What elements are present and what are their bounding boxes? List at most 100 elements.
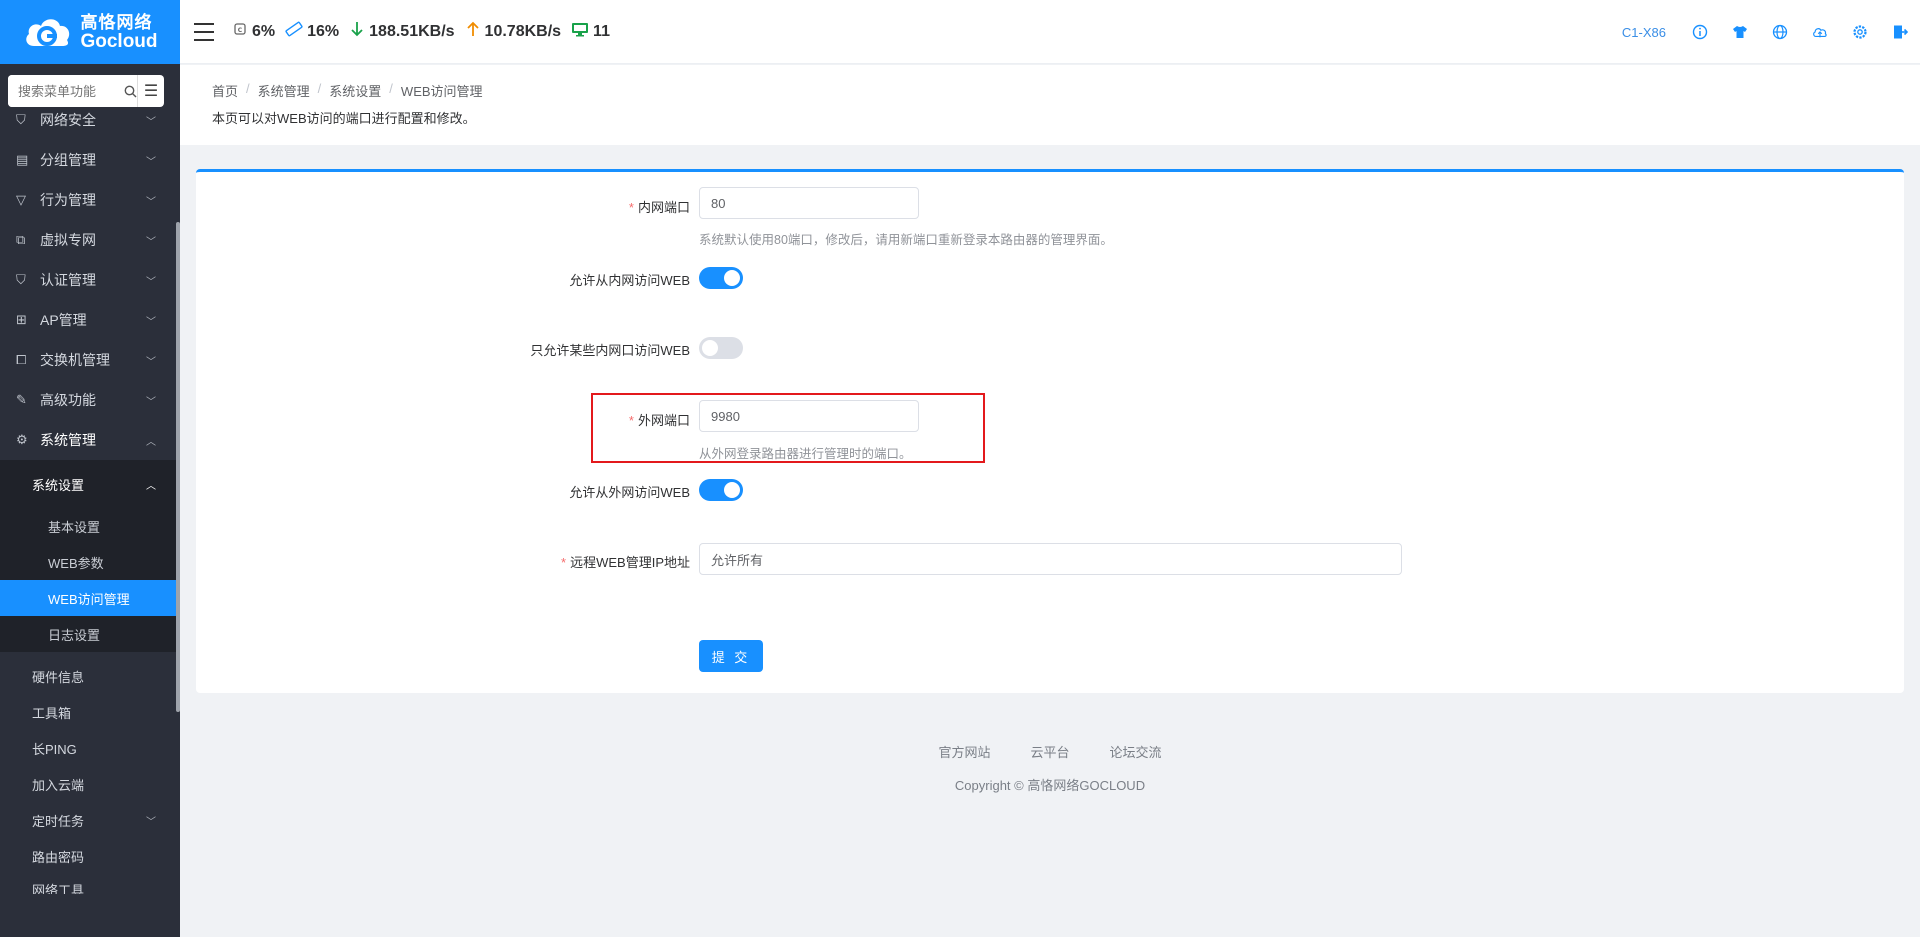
system-submenu: 系统设置 ︿ 基本设置 WEB参数 WEB访问管理 日志设置 [0,460,176,652]
footer: 官方网站 云平台 论坛交流 Copyright © 高恪网络GOCLOUD [180,742,1920,794]
allow-lan-toggle[interactable] [699,267,743,289]
menu-list-icon[interactable]: ☰ [137,75,164,107]
sidebar-item-toolbox[interactable]: 工具箱 [0,694,176,730]
sidebar-item-label: 虚拟专网 [40,232,96,248]
sidebar-item-basic-settings[interactable]: 基本设置 [0,508,176,544]
upload-stat: 10.78KB/s [465,21,562,42]
chevron-up-icon: ︿ [146,436,156,448]
lan-port-input[interactable]: 80 [699,187,919,219]
logout-icon[interactable] [1892,24,1908,40]
gear-icon[interactable] [1852,24,1868,40]
footer-link-forum[interactable]: 论坛交流 [1110,742,1162,761]
remote-ip-input[interactable]: 允许所有 [699,543,1402,575]
download-value: 188.51KB/s [369,22,455,40]
sidebar-item-auth[interactable]: ⛉ 认证管理 ﹀ [0,260,176,300]
chevron-down-icon: ﹀ [146,816,156,828]
system-stats: C 6% 16% 188.51KB/s 10.78KB/s 11 [232,21,610,42]
sidebar-item-label: 高级功能 [40,392,96,408]
sidebar-item-label: 分组管理 [40,152,96,168]
chevron-down-icon: ﹀ [146,396,156,408]
sidebar-item-label: 系统管理 [40,432,96,448]
allow-wan-toggle[interactable] [699,479,743,501]
web-access-form-card: * 内网端口 80 系统默认使用80端口，修改后，请用新端口重新登录本路由器的管理… [196,169,1904,693]
memory-value: 16% [307,22,340,40]
collapse-menu-icon[interactable] [194,22,214,41]
breadcrumb: 首页 / 系统管理 / 系统设置 / WEB访问管理 [212,81,1888,100]
wan-port-label: * 外网端口 [628,413,690,428]
sidebar-item-router-password[interactable]: 路由密码 [0,838,176,874]
page-description: 本页可以对WEB访问的端口进行配置和修改。 [212,111,476,126]
top-header: C 6% 16% 188.51KB/s 10.78KB/s 11 C1-X86 [180,0,1920,64]
device-model[interactable]: C1-X86 [1622,25,1666,40]
cloud-upload-icon[interactable] [1812,24,1828,40]
footer-link-official-site[interactable]: 官方网站 [938,742,990,761]
clients-value: 11 [593,22,610,40]
sidebar-item-label: WEB访问管理 [48,591,130,607]
cpu-value: 6% [252,22,276,40]
only-some-lan-toggle[interactable] [699,337,743,359]
info-icon[interactable] [1692,24,1708,40]
sidebar-item-group[interactable]: ▤ 分组管理 ﹀ [0,140,176,180]
memory-stat: 16% [285,21,339,42]
breadcrumb-current: WEB访问管理 [400,84,483,99]
breadcrumb-separator: / [317,81,322,96]
sitemap-icon: ⊞ [16,312,27,327]
sidebar-item-label: 日志设置 [48,627,101,643]
upload-value: 10.78KB/s [484,22,562,40]
sidebar-item-label: 长PING [32,741,77,757]
sidebar-item-label: 工具箱 [32,705,72,721]
sidebar-item-hardware[interactable]: 硬件信息 [0,658,176,694]
copyright: Copyright © 高恪网络GOCLOUD [954,778,1146,793]
chevron-down-icon: ﹀ [146,196,156,208]
sidebar-item-vpn[interactable]: ⧉ 虚拟专网 ﹀ [0,220,176,260]
sidebar-item-label: 硬件信息 [32,669,85,685]
only-some-lan-label: 只允许某些内网口访问WEB [530,343,690,358]
sidebar-item-label: 网络安全 [40,112,96,128]
wan-port-input[interactable]: 9980 [699,400,919,432]
footer-link-cloud-platform[interactable]: 云平台 [1030,742,1069,761]
shield-icon: ⛉ [16,112,26,127]
sidebar-scrollbar[interactable] [176,222,180,712]
check-shield-icon: ⛉ [16,272,26,287]
sidebar-item-web-access[interactable]: WEB访问管理 [0,580,176,616]
shirt-icon[interactable] [1732,24,1748,40]
breadcrumb-system-management[interactable]: 系统管理 [258,81,310,100]
sidebar-item-web-params[interactable]: WEB参数 [0,544,176,580]
sidebar-item-system-settings[interactable]: 系统设置 ︿ [0,460,176,508]
chevron-down-icon: ﹀ [146,356,156,368]
menu-search-input[interactable] [8,75,124,107]
sidebar-item-system[interactable]: ⚙ 系统管理 ︿ [0,420,176,460]
sidebar-item-behavior[interactable]: ▽ 行为管理 ﹀ [0,180,176,220]
sidebar-item-long-ping[interactable]: 长PING [0,730,176,766]
sidebar-item-scheduled-tasks[interactable]: 定时任务 ﹀ [0,802,176,838]
network-icon: ⧉ [16,232,26,247]
list-icon: ▤ [16,152,29,167]
sidebar-item-switch[interactable]: ⧠ 交换机管理 ﹀ [0,340,176,380]
chevron-down-icon: ﹀ [146,236,156,248]
sidebar-item-network-tools[interactable]: 网络工具 [0,874,176,894]
sidebar-item-log-settings[interactable]: 日志设置 [0,616,176,652]
sidebar-menu: ⛉ 网络安全 ﹀ ▤ 分组管理 ﹀ ▽ 行为管理 ﹀ ⧉ 虚拟专网 ﹀ ⛉ 认证… [0,100,176,894]
header-actions: C1-X86 [1622,0,1908,64]
allow-lan-label: 允许从内网访问WEB [569,273,690,288]
chevron-down-icon: ﹀ [146,156,156,168]
sidebar-item-label: 定时任务 [32,813,85,829]
monitor-icon [571,21,589,42]
sidebar-item-advanced[interactable]: ✎ 高级功能 ﹀ [0,380,176,420]
sidebar-item-ap[interactable]: ⊞ AP管理 ﹀ [0,300,176,340]
breadcrumb-separator: / [246,81,250,96]
submit-button[interactable]: 提 交 [699,640,763,672]
cloud-logo-icon [22,12,74,52]
chevron-down-icon: ﹀ [146,276,156,288]
brand-logo[interactable]: 高恪网络 Gocloud [0,0,180,64]
clients-stat: 11 [571,21,610,42]
breadcrumb-system-settings[interactable]: 系统设置 [329,81,381,100]
remote-ip-label: * 远程WEB管理IP地址 [561,555,690,570]
search-icon[interactable] [124,75,137,107]
breadcrumb-home[interactable]: 首页 [212,81,238,100]
globe-icon[interactable] [1772,24,1788,40]
sidebar-item-label: 路由密码 [32,849,85,865]
sidebar-item-join-cloud[interactable]: 加入云端 [0,766,176,802]
memory-icon [285,21,303,42]
arrow-down-icon [349,21,365,42]
